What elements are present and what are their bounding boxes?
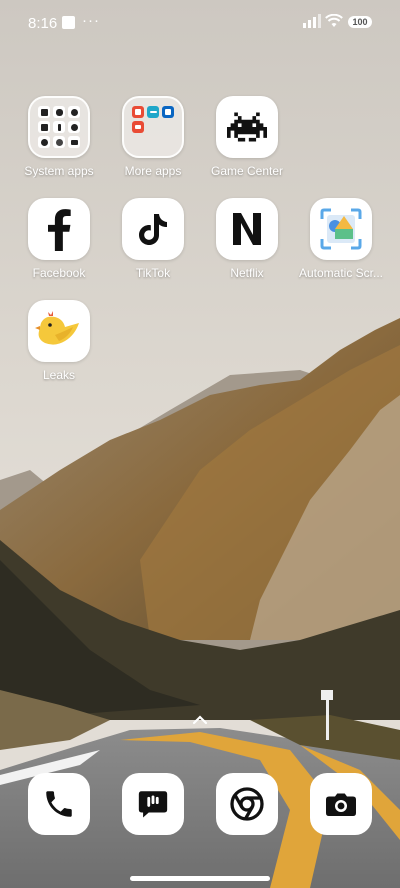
app-label: Game Center xyxy=(210,164,284,178)
chrome-icon xyxy=(230,787,264,821)
folder-more-apps-icon[interactable] xyxy=(122,96,184,158)
tiktok-icon[interactable] xyxy=(122,198,184,260)
netflix-icon[interactable] xyxy=(216,198,278,260)
automatic-screenshot-icon[interactable] xyxy=(310,198,372,260)
app-label: Facebook xyxy=(32,266,86,280)
dock-camera[interactable] xyxy=(310,773,372,835)
app-more-apps[interactable]: More apps xyxy=(108,96,198,178)
app-game-center[interactable]: Game Center xyxy=(202,96,292,178)
app-label: System apps xyxy=(24,164,94,178)
dock-chrome[interactable] xyxy=(216,773,278,835)
facebook-icon[interactable] xyxy=(28,198,90,260)
clock: 8:16 xyxy=(28,15,58,32)
phone-icon xyxy=(46,791,72,817)
app-netflix[interactable]: Netflix xyxy=(202,198,292,280)
app-system-apps[interactable]: System apps xyxy=(14,96,104,178)
app-facebook[interactable]: Facebook xyxy=(14,198,104,280)
home-indicator[interactable] xyxy=(130,876,270,881)
battery-icon: 100 xyxy=(348,16,372,28)
signal-icon xyxy=(303,14,321,28)
app-label: TikTok xyxy=(135,266,171,280)
wifi-icon xyxy=(325,14,343,27)
camera-icon xyxy=(326,793,356,816)
more-notifications-icon: ··· xyxy=(82,12,100,29)
app-tiktok[interactable]: TikTok xyxy=(108,198,198,280)
notification-icon xyxy=(62,16,75,29)
folder-system-apps-icon[interactable] xyxy=(28,96,90,158)
app-label: More apps xyxy=(124,164,182,178)
messages-icon xyxy=(138,791,168,818)
app-automatic-screenshot[interactable]: Automatic Scr... xyxy=(296,198,386,280)
app-leaks[interactable]: Leaks xyxy=(14,300,104,382)
dock-phone[interactable] xyxy=(28,773,90,835)
app-drawer-chevron-icon[interactable] xyxy=(192,715,208,725)
app-label: Leaks xyxy=(42,368,76,382)
leaks-bird-icon[interactable] xyxy=(28,300,90,362)
app-label: Netflix xyxy=(230,266,264,280)
status-bar: 8:16 ··· 100 xyxy=(0,0,400,44)
space-invader-icon[interactable] xyxy=(216,96,278,158)
dock-messages[interactable] xyxy=(122,773,184,835)
app-label: Automatic Scr... xyxy=(298,266,384,280)
